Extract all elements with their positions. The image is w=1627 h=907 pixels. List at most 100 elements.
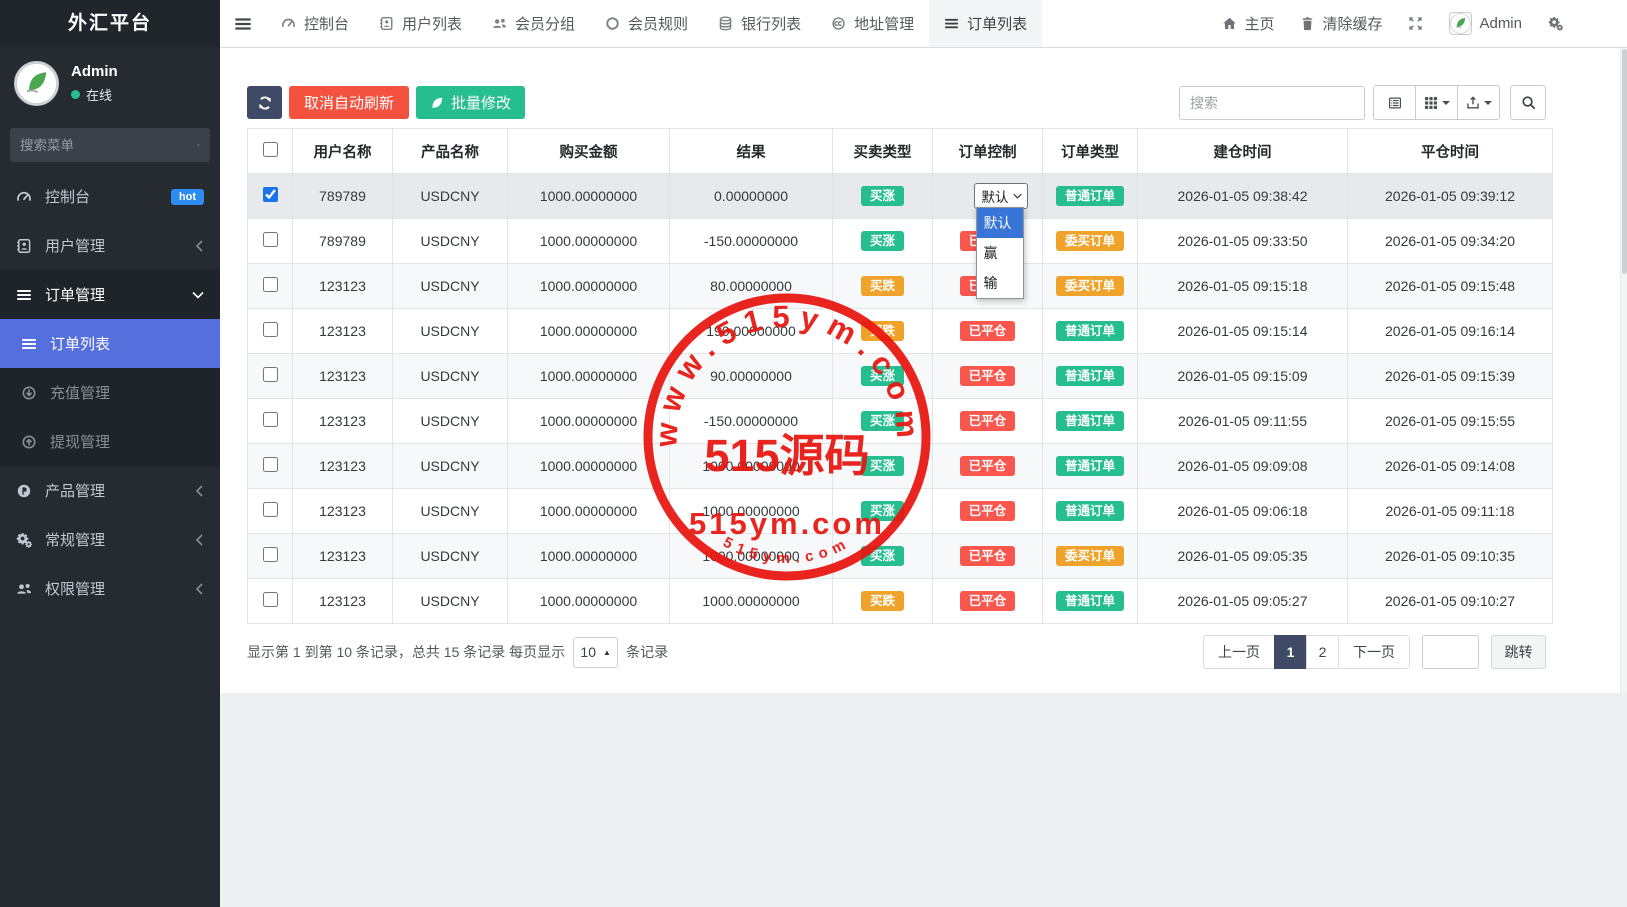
tab-user-list[interactable]: 用户列表 bbox=[364, 0, 477, 47]
table-row[interactable]: 123123 USDCNY 1000.00000000 1000.0000000… bbox=[248, 444, 1553, 489]
tab-order-list[interactable]: 订单列表 bbox=[929, 0, 1042, 47]
address-book-icon bbox=[379, 16, 394, 31]
cell-side: 买涨 bbox=[833, 534, 933, 579]
side-badge: 买涨 bbox=[861, 411, 904, 432]
order-table-body: 789789 USDCNY 1000.00000000 0.00000000 买… bbox=[248, 174, 1553, 624]
cell-type: 普通订单 bbox=[1043, 489, 1138, 534]
tab-address-management[interactable]: 地址管理 bbox=[816, 0, 929, 47]
user-status: 在线 bbox=[86, 85, 112, 104]
sidebar-item-users[interactable]: 用户管理 bbox=[0, 221, 220, 270]
address-book-icon bbox=[16, 238, 32, 254]
menu-option-default[interactable]: 默认 bbox=[977, 208, 1023, 238]
tab-member-groups[interactable]: 会员分组 bbox=[477, 0, 590, 47]
order-type-badge: 普通订单 bbox=[1056, 321, 1124, 342]
table-row[interactable]: 123123 USDCNY 1000.00000000 90.00000000 … bbox=[248, 354, 1553, 399]
sidebar-item-recharge[interactable]: 充值管理 bbox=[0, 368, 220, 417]
side-badge: 买涨 bbox=[861, 366, 904, 387]
row-checkbox[interactable] bbox=[263, 592, 278, 607]
sidebar-item-permissions[interactable]: 权限管理 bbox=[0, 564, 220, 613]
home-link[interactable]: 主页 bbox=[1222, 13, 1274, 34]
cell-side: 买涨 bbox=[833, 174, 933, 219]
search-button[interactable] bbox=[1510, 85, 1546, 120]
tab-bank-list[interactable]: 银行列表 bbox=[703, 0, 816, 47]
tab-member-rules[interactable]: 会员规则 bbox=[590, 0, 703, 47]
batch-edit-button[interactable]: 批量修改 bbox=[416, 86, 525, 119]
fullscreen-button[interactable] bbox=[1408, 16, 1423, 31]
cell-type: 普通订单 bbox=[1043, 444, 1138, 489]
row-checkbox[interactable] bbox=[263, 367, 278, 382]
leaf-icon bbox=[430, 96, 444, 110]
menu-option-win[interactable]: 赢 bbox=[977, 238, 1023, 268]
sidebar-search-input[interactable] bbox=[20, 138, 197, 153]
tab-dashboard[interactable]: 控制台 bbox=[266, 0, 364, 47]
cell-side: 买跌 bbox=[833, 264, 933, 309]
avatar bbox=[14, 61, 59, 106]
pagination-controls: 上一页 1 2 下一页 跳转 bbox=[1203, 635, 1546, 669]
cell-product: USDCNY bbox=[393, 444, 508, 489]
sidebar-item-withdraw[interactable]: 提现管理 bbox=[0, 417, 220, 466]
table-row[interactable]: 789789 USDCNY 1000.00000000 0.00000000 买… bbox=[248, 174, 1553, 219]
tab-label: 用户列表 bbox=[402, 13, 462, 34]
row-checkbox[interactable] bbox=[263, 232, 278, 247]
cogs-icon bbox=[16, 532, 32, 548]
arrow-circle-down-icon bbox=[21, 385, 37, 401]
sidebar-item-products[interactable]: 产品管理 bbox=[0, 466, 220, 515]
cell-product: USDCNY bbox=[393, 399, 508, 444]
jump-page-input[interactable] bbox=[1422, 635, 1479, 669]
table-row[interactable]: 123123 USDCNY 1000.00000000 -150.0000000… bbox=[248, 399, 1553, 444]
table-row[interactable]: 789789 USDCNY 1000.00000000 -150.0000000… bbox=[248, 219, 1553, 264]
cell-type: 普通订单 bbox=[1043, 309, 1138, 354]
orders-table: 用户名称 产品名称 购买金额 结果 买卖类型 订单控制 订单类型 建仓时间 平仓… bbox=[247, 128, 1553, 624]
cell-result: 80.00000000 bbox=[670, 264, 833, 309]
next-page-button[interactable]: 下一页 bbox=[1338, 635, 1410, 669]
row-checkbox[interactable] bbox=[263, 187, 278, 202]
sidebar-item-label: 用户管理 bbox=[45, 235, 105, 256]
cell-amount: 1000.00000000 bbox=[508, 354, 670, 399]
cancel-auto-refresh-button[interactable]: 取消自动刷新 bbox=[289, 86, 409, 119]
page-button-1[interactable]: 1 bbox=[1274, 635, 1307, 669]
page-size-select[interactable]: 10 ▲ bbox=[573, 637, 618, 668]
table-row[interactable]: 123123 USDCNY 1000.00000000 80.00000000 … bbox=[248, 264, 1553, 309]
scrollbar-thumb[interactable] bbox=[1622, 49, 1627, 274]
sidebar-item-general[interactable]: 常规管理 bbox=[0, 515, 220, 564]
columns-button[interactable] bbox=[1415, 85, 1458, 120]
tab-label: 银行列表 bbox=[741, 13, 801, 34]
row-checkbox[interactable] bbox=[263, 412, 278, 427]
row-checkbox[interactable] bbox=[263, 322, 278, 337]
row-checkbox[interactable] bbox=[263, 502, 278, 517]
control-badge: 已平仓 bbox=[960, 321, 1016, 342]
detail-view-button[interactable] bbox=[1373, 85, 1416, 120]
sidebar-item-order-list[interactable]: 订单列表 bbox=[0, 319, 220, 368]
prev-page-button[interactable]: 上一页 bbox=[1203, 635, 1275, 669]
order-type-badge: 普通订单 bbox=[1056, 456, 1124, 477]
table-row[interactable]: 123123 USDCNY 1000.00000000 1000.0000000… bbox=[248, 534, 1553, 579]
cell-product: USDCNY bbox=[393, 264, 508, 309]
user-menu[interactable]: Admin bbox=[1449, 12, 1522, 35]
refresh-button[interactable] bbox=[247, 86, 282, 119]
side-badge: 买涨 bbox=[861, 501, 904, 522]
jump-button[interactable]: 跳转 bbox=[1491, 635, 1546, 669]
table-row[interactable]: 123123 USDCNY 1000.00000000 190.00000000… bbox=[248, 309, 1553, 354]
table-search-input[interactable] bbox=[1179, 86, 1365, 120]
order-control-select[interactable]: 默认 bbox=[974, 183, 1028, 209]
menu-toggle-icon[interactable] bbox=[220, 0, 266, 47]
select-all-checkbox[interactable] bbox=[263, 142, 278, 157]
sidebar-item-dashboard[interactable]: 控制台 hot bbox=[0, 172, 220, 221]
hot-badge: hot bbox=[171, 189, 204, 205]
sidebar-item-order-management[interactable]: 订单管理 bbox=[0, 270, 220, 319]
cell-close-time: 2026-01-05 09:39:12 bbox=[1348, 174, 1553, 219]
side-badge: 买涨 bbox=[861, 231, 904, 252]
sidebar-group-orders: 订单管理 订单列表 充值管理 提现管理 bbox=[0, 270, 220, 466]
table-row[interactable]: 123123 USDCNY 1000.00000000 1000.0000000… bbox=[248, 489, 1553, 534]
col-open-time: 建仓时间 bbox=[1138, 129, 1348, 174]
table-row[interactable]: 123123 USDCNY 1000.00000000 1000.0000000… bbox=[248, 579, 1553, 624]
export-button[interactable] bbox=[1457, 85, 1500, 120]
menu-option-lose[interactable]: 输 bbox=[977, 268, 1023, 298]
row-checkbox[interactable] bbox=[263, 277, 278, 292]
clear-cache-link[interactable]: 清除缓存 bbox=[1300, 13, 1382, 34]
page-button-2[interactable]: 2 bbox=[1306, 635, 1339, 669]
settings-button[interactable] bbox=[1548, 16, 1563, 31]
scrollbar[interactable] bbox=[1620, 48, 1627, 693]
row-checkbox[interactable] bbox=[263, 547, 278, 562]
row-checkbox[interactable] bbox=[263, 457, 278, 472]
